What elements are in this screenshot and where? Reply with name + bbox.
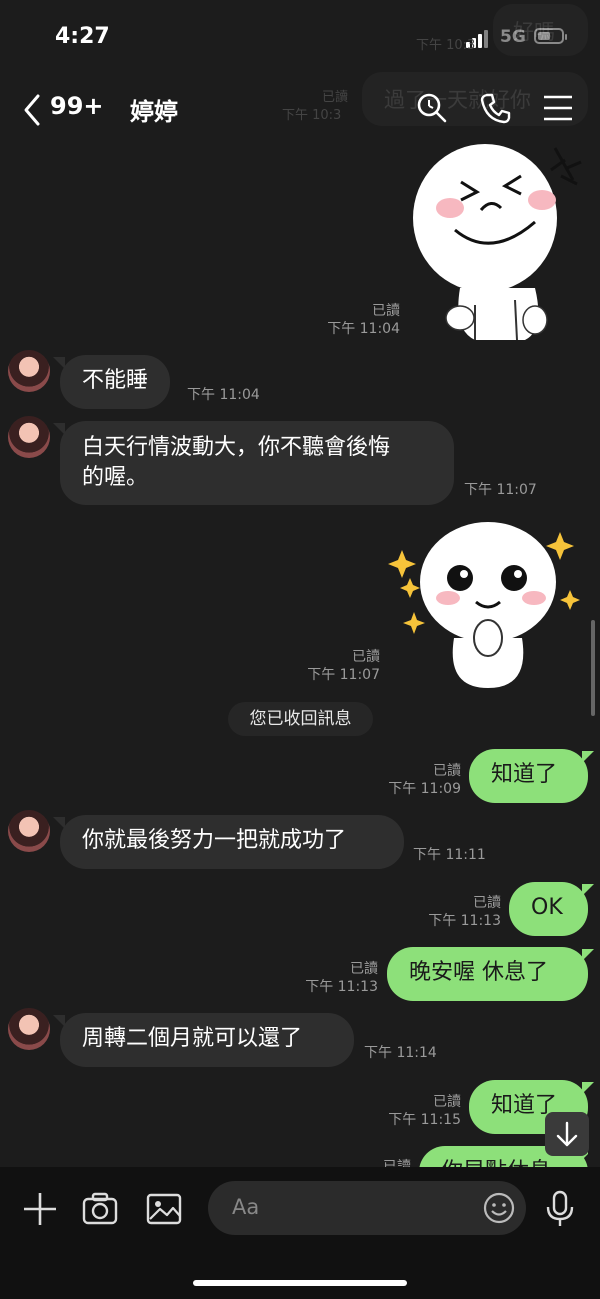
incoming-message-bubble[interactable]: 白天行情波動大，你不聽會後悔 的喔。 [53, 421, 454, 505]
contact-avatar[interactable] [8, 350, 50, 392]
contact-avatar[interactable] [8, 1008, 50, 1050]
camera-icon[interactable] [80, 1189, 120, 1229]
scroll-to-bottom-button[interactable] [545, 1112, 589, 1156]
phone-icon[interactable] [478, 90, 514, 126]
contact-avatar[interactable] [8, 416, 50, 458]
message-time: 下午 11:09 [388, 781, 461, 797]
outgoing-message-bubble[interactable]: OK [509, 882, 594, 936]
message-time: 下午 11:07 [307, 667, 380, 683]
message-time: 下午 11:04 [327, 321, 400, 337]
message-time: 下午 11:04 [187, 387, 260, 403]
emoji-icon[interactable] [482, 1191, 516, 1225]
chat-header: 99+ 婷婷 [0, 80, 600, 136]
read-receipt: 已讀 [352, 649, 380, 665]
image-icon[interactable] [144, 1189, 184, 1229]
plus-icon[interactable] [20, 1189, 60, 1229]
message-time: 下午 11:11 [413, 847, 486, 863]
message-time: 下午 11:15 [388, 1112, 461, 1128]
read-receipt: 已讀 [433, 1094, 461, 1110]
recalled-message-notice: 您已收回訊息 [228, 702, 373, 736]
read-receipt: 已讀 [473, 895, 501, 911]
status-time: 4:27 [55, 24, 110, 49]
menu-icon[interactable] [540, 90, 576, 126]
message-input[interactable]: Aa [208, 1181, 526, 1235]
arrow-down-icon [556, 1121, 578, 1147]
contact-name[interactable]: 婷婷 [130, 92, 178, 127]
read-receipt: 已讀 [433, 763, 461, 779]
outgoing-message-bubble[interactable]: 知道了 [469, 749, 594, 803]
outgoing-message-bubble[interactable]: 晚安喔 休息了 [387, 947, 594, 1001]
cony-laughing-sticker[interactable] [405, 140, 595, 345]
read-receipt: 已讀 [372, 303, 400, 319]
ghost-bubble-top: 好嗎 [493, 4, 588, 56]
contact-avatar[interactable] [8, 810, 50, 852]
incoming-message-bubble[interactable]: 你就最後努力一把就成功了 [53, 815, 404, 869]
home-indicator[interactable] [193, 1280, 407, 1286]
cony-pleading-sticker[interactable] [388, 520, 588, 690]
scrollbar[interactable] [591, 620, 595, 716]
message-time: 下午 11:14 [364, 1045, 437, 1061]
message-time: 下午 11:07 [464, 482, 537, 498]
microphone-icon[interactable] [540, 1189, 580, 1229]
ghost-bubble-text: 好嗎 [513, 20, 555, 44]
unread-count[interactable]: 99+ [50, 92, 104, 120]
read-receipt: 已讀 [383, 1159, 411, 1167]
read-receipt: 已讀 [350, 961, 378, 977]
message-time: 下午 11:13 [428, 913, 501, 929]
ghost-time-top: 下午 10:3 [416, 38, 476, 53]
message-line-2: 的喔。 [82, 465, 149, 490]
message-time: 下午 11:13 [305, 979, 378, 995]
message-line-1: 白天行情波動大，你不聽會後悔 [82, 435, 391, 460]
incoming-message-bubble[interactable]: 周轉二個月就可以還了 [53, 1013, 354, 1067]
input-placeholder: Aa [232, 1195, 260, 1219]
search-icon[interactable] [414, 90, 450, 126]
incoming-message-bubble[interactable]: 不能睡 [52, 355, 171, 409]
